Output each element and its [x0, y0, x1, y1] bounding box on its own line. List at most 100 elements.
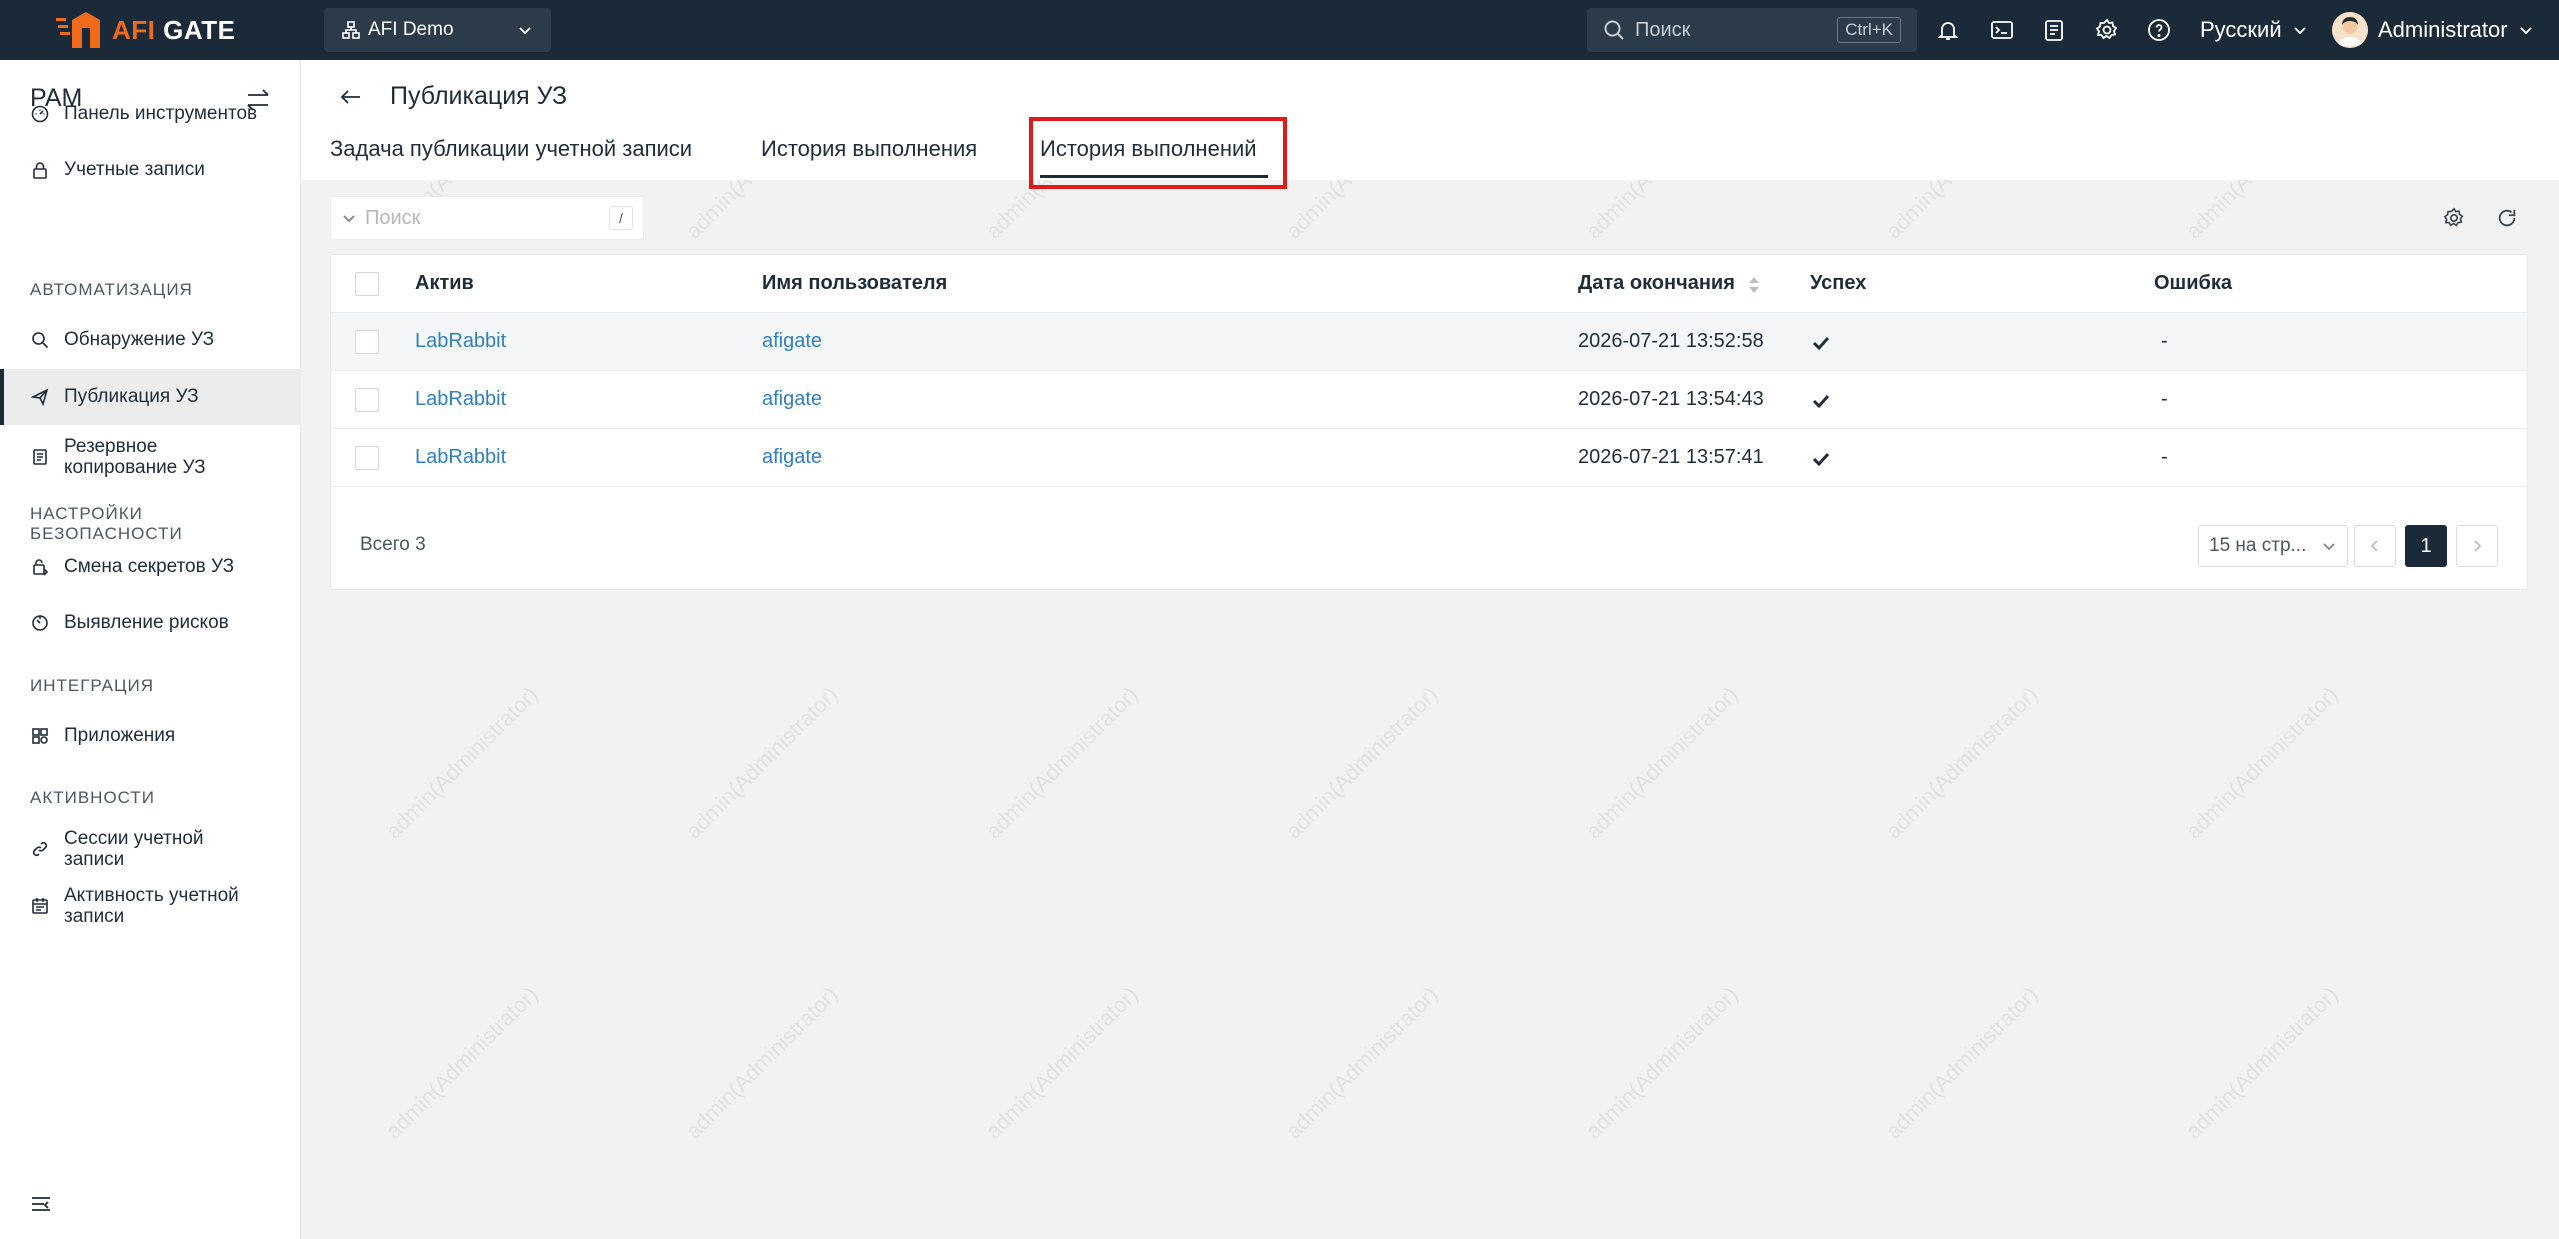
row-checkbox[interactable] — [355, 388, 379, 412]
avatar — [2332, 12, 2368, 48]
table-header: Актив Имя пользователя Дата окончания Ус… — [331, 255, 2527, 313]
org-name: AFI Demo — [368, 19, 454, 40]
clipboard-icon[interactable] — [2040, 16, 2068, 44]
sidebar-item-label: Выявление рисков — [64, 612, 229, 633]
logo-icon — [56, 10, 102, 50]
watermark-text: admin(Administrator) — [380, 681, 543, 844]
sidebar-item-label: Панель инструментов — [64, 103, 258, 124]
language-label: Русский — [2200, 17, 2282, 42]
help-icon[interactable] — [2145, 16, 2173, 44]
sidebar-item-activity[interactable]: Активность учетной записи — [0, 880, 301, 932]
refresh-icon[interactable] — [2494, 205, 2520, 231]
watermark-text: admin(Administrator) — [1880, 681, 2043, 844]
language-selector[interactable]: Русский — [2200, 14, 2308, 46]
column-end-date[interactable]: Дата окончания — [1578, 272, 1735, 295]
watermark-text: admin(Administrator) — [1280, 681, 1443, 844]
page-size-value: 15 на стр... — [2209, 535, 2307, 556]
watermark-text: admin(Administrator) — [980, 981, 1143, 1144]
table-row: LabRabbit afigate 2026-07-21 13:52:58 - — [331, 313, 2527, 371]
bell-icon[interactable] — [1934, 16, 1962, 44]
tab-execution-history[interactable]: История выполнения — [761, 136, 977, 162]
username-link[interactable]: afigate — [762, 388, 822, 411]
table-row: LabRabbit afigate 2026-07-21 13:54:43 - — [331, 371, 2527, 429]
sidebar-item-label: Резервное копирование УЗ — [64, 436, 206, 478]
total-count: Всего 3 — [360, 534, 426, 555]
select-all-checkbox[interactable] — [355, 272, 379, 296]
section-activities: АКТИВНОСТИ — [30, 788, 155, 807]
error-value: - — [2161, 330, 2168, 352]
brand-prefix: AFI — [112, 14, 156, 45]
terminal-icon[interactable] — [1988, 16, 2016, 44]
search-shortcut: / — [609, 206, 633, 230]
back-arrow-icon[interactable] — [338, 84, 364, 110]
error-value: - — [2161, 388, 2168, 410]
sidebar-item-backup[interactable]: Резервное копирование УЗ — [0, 428, 301, 486]
row-checkbox[interactable] — [355, 330, 379, 354]
watermark-text: admin(Administrator) — [1880, 981, 2043, 1144]
username-link[interactable]: afigate — [762, 330, 822, 353]
end-date: 2026-07-21 13:52:58 — [1578, 330, 1764, 352]
sidebar-item-apps[interactable]: Приложения — [0, 716, 301, 756]
user-name: Administrator — [2378, 17, 2508, 42]
sidebar-item-dashboard[interactable]: Панель инструментов — [0, 94, 301, 134]
watermark-text: admin(Administrator) — [1280, 981, 1443, 1144]
asset-link[interactable]: LabRabbit — [415, 446, 506, 469]
sidebar-item-discovery[interactable]: Обнаружение УЗ — [0, 320, 301, 360]
global-search-placeholder: Поиск — [1635, 18, 1691, 41]
org-selector[interactable]: AFI Demo — [324, 8, 551, 52]
column-error: Ошибка — [2154, 272, 2233, 294]
sidebar-item-risks[interactable]: Выявление рисков — [0, 603, 301, 643]
sidebar-item-label: Приложения — [64, 725, 176, 746]
asset-link[interactable]: LabRabbit — [415, 388, 506, 411]
sidebar-item-label: Сессии учетной записи — [64, 828, 204, 870]
page-title: Публикация УЗ — [390, 82, 568, 110]
chevron-down-icon — [2519, 27, 2532, 35]
table-row: LabRabbit afigate 2026-07-21 13:57:41 - — [331, 429, 2527, 487]
column-success: Успех — [1810, 272, 1867, 294]
sidebar-item-publication[interactable]: Публикация УЗ — [0, 369, 301, 425]
sidebar-item-accounts[interactable]: Учетные записи — [0, 150, 301, 190]
section-security: НАСТРОЙКИ БЕЗОПАСНОСТИ — [30, 504, 183, 543]
sidebar: PAM Панель инструментов Учетные записи А… — [0, 60, 301, 1239]
global-search[interactable]: Поиск Ctrl+K — [1587, 8, 1917, 52]
watermark-text: admin(Administrator) — [680, 681, 843, 844]
sidebar-item-label: Смена секретов УЗ — [64, 556, 235, 577]
lock-icon — [30, 160, 50, 180]
column-asset: Актив — [415, 272, 474, 294]
page-button-current[interactable]: 1 — [2405, 525, 2447, 567]
secret-change-icon — [30, 557, 50, 577]
watermark-text: admin(Administrator) — [1580, 681, 1743, 844]
link-icon — [30, 839, 50, 859]
sidebar-item-secret-change[interactable]: Смена секретов УЗ — [0, 547, 301, 587]
sort-icon[interactable] — [1747, 275, 1761, 295]
chevron-left-icon — [2370, 540, 2378, 552]
settings-icon[interactable] — [2441, 205, 2467, 231]
top-bar: AFI GATE AFI Demo Поиск Ctrl+K Русский A… — [0, 0, 2559, 60]
chevron-down-icon — [2294, 27, 2306, 35]
end-date: 2026-07-21 13:54:43 — [1578, 388, 1764, 410]
search-shortcut: Ctrl+K — [1837, 17, 1901, 43]
collapse-menu-icon[interactable] — [30, 1194, 52, 1216]
sidebar-item-sessions[interactable]: Сессии учетной записи — [0, 823, 301, 875]
logo[interactable]: AFI GATE — [56, 8, 235, 52]
backup-icon — [30, 447, 50, 467]
tab-publication-task[interactable]: Задача публикации учетной записи — [330, 136, 692, 162]
sidebar-item-label: Учетные записи — [64, 159, 205, 180]
prev-page-button[interactable] — [2354, 525, 2396, 567]
watermark-text: admin(Administrator) — [680, 981, 843, 1144]
table-search[interactable]: Поиск / — [330, 196, 644, 240]
dashboard-icon — [30, 104, 50, 124]
page-size-select[interactable]: 15 на стр... — [2198, 525, 2348, 567]
next-page-button[interactable] — [2456, 525, 2498, 567]
watermark-text: admin(Administrator) — [380, 981, 543, 1144]
watermark-text: admin(Administrator) — [2180, 981, 2343, 1144]
settings-icon[interactable] — [2093, 16, 2121, 44]
watermark-text: admin(Administrator) — [980, 681, 1143, 844]
risk-icon — [30, 613, 50, 633]
check-icon — [1811, 333, 1831, 353]
user-menu[interactable]: Administrator — [2332, 10, 2534, 50]
row-checkbox[interactable] — [355, 446, 379, 470]
asset-link[interactable]: LabRabbit — [415, 330, 506, 353]
chevron-down-icon — [2321, 538, 2337, 554]
username-link[interactable]: afigate — [762, 446, 822, 469]
